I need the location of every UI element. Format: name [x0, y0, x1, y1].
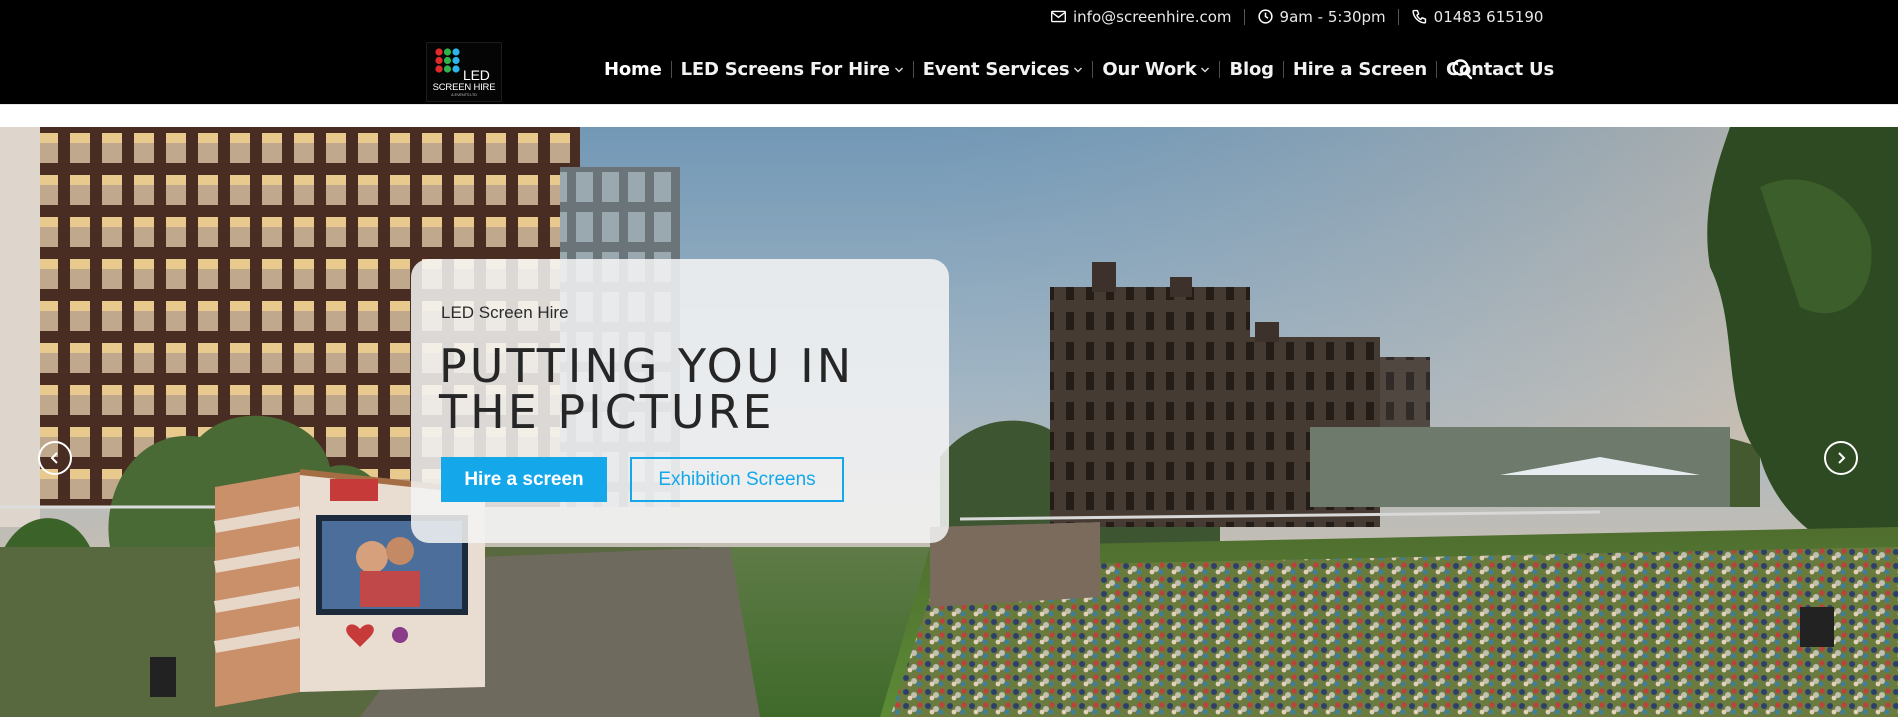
slider-prev-button[interactable]: [38, 441, 72, 475]
nav-divider: [670, 60, 672, 78]
nav-divider: [1219, 60, 1221, 78]
nav-item-blog[interactable]: Blog: [1229, 58, 1274, 80]
chevron-down-icon: [1200, 59, 1210, 80]
hero-heading: PUTTING YOU IN THE PICTURE: [439, 339, 855, 439]
main-nav: Home LED Screens For Hire Event Services…: [604, 53, 1554, 85]
mail-icon: [1051, 10, 1066, 23]
nav-divider: [1282, 60, 1284, 78]
search-icon: [1452, 59, 1473, 80]
contact-divider: [1243, 8, 1245, 25]
nav-item-hire-a-screen[interactable]: Hire a Screen: [1293, 59, 1427, 80]
contact-hours: 9am - 5:30pm: [1257, 8, 1386, 26]
search-button[interactable]: [1451, 58, 1473, 80]
clock-icon: [1257, 9, 1273, 24]
nav-item-led-screens-for-hire[interactable]: LED Screens For Hire: [681, 59, 904, 80]
nav-item-label: LED Screens For Hire: [680, 58, 890, 80]
chevron-left-icon: [50, 452, 58, 464]
contact-divider: [1397, 8, 1399, 25]
hire-a-screen-button[interactable]: Hire a screen: [441, 457, 607, 502]
contact-strip: info@screenhire.com 9am - 5:30pm 01483 6…: [1050, 0, 1543, 33]
hero-card: LED Screen Hire PUTTING YOU IN THE PICTU…: [411, 259, 949, 543]
contact-hours-text: 9am - 5:30pm: [1279, 7, 1386, 26]
nav-item-label: Blog: [1229, 58, 1274, 80]
nav-item-label: Home: [604, 58, 662, 80]
nav-divider: [912, 60, 914, 78]
slider-next-button[interactable]: [1824, 441, 1858, 475]
phone-icon: [1412, 9, 1426, 24]
site-header: info@screenhire.com 9am - 5:30pm 01483 6…: [0, 0, 1898, 104]
hero-background-image: [0, 127, 1898, 717]
contact-email[interactable]: info@screenhire.com: [1050, 8, 1232, 26]
chevron-right-icon: [1838, 452, 1846, 464]
logo-text-led: LED: [463, 67, 490, 83]
hero-eyebrow: LED Screen Hire: [441, 303, 569, 322]
nav-item-event-services[interactable]: Event Services: [923, 59, 1084, 80]
exhibition-screens-button[interactable]: Exhibition Screens: [630, 457, 844, 502]
chevron-down-icon: [894, 59, 904, 80]
site-logo[interactable]: LED SCREEN HIRE & EVENTS LTD: [426, 42, 502, 102]
nav-item-label: Our Work: [1102, 58, 1197, 80]
contact-email-text[interactable]: info@screenhire.com: [1073, 8, 1232, 26]
nav-item-home[interactable]: Home: [604, 59, 662, 80]
nav-item-label: Hire a Screen: [1292, 58, 1427, 80]
logo-tagline: & EVENTS LTD: [451, 92, 477, 97]
chevron-down-icon: [1073, 59, 1083, 80]
contact-phone-text[interactable]: 01483 615190: [1434, 8, 1544, 26]
contact-phone[interactable]: 01483 615190: [1411, 8, 1544, 26]
hero-slider: LED Screen Hire PUTTING YOU IN THE PICTU…: [0, 127, 1898, 717]
header-spacer: [0, 104, 1898, 127]
nav-item-our-work[interactable]: Our Work: [1102, 59, 1210, 80]
nav-divider: [1092, 60, 1094, 78]
nav-divider: [1435, 60, 1437, 78]
nav-item-label: Event Services: [922, 58, 1070, 80]
